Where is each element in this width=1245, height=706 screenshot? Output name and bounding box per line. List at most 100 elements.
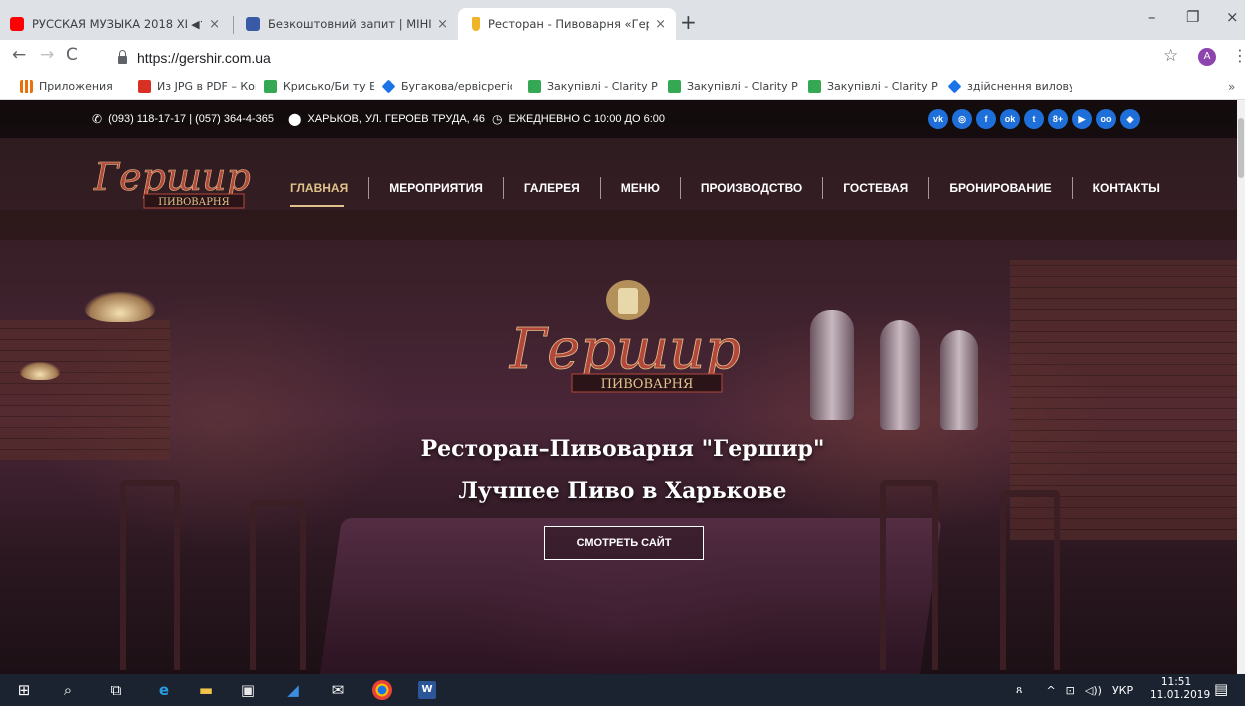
bookmark-label: Закупівлі - Clarity Pr [827,80,938,93]
mail-icon[interactable]: ✉ [328,680,348,700]
bookmark-label: здійснення вилову [967,80,1072,93]
tripadvisor-icon[interactable]: oo [1096,109,1116,129]
brewing-tank [810,310,854,420]
clock-date: 11.01.2019 [1150,689,1211,701]
page-scrollbar[interactable] [1237,100,1245,674]
app-icon[interactable]: ◢ [283,680,303,700]
instagram-icon[interactable]: ◎ [952,109,972,129]
contact-bar: ✆ (093) 118-17-17 | (057) 364-4-365 ⬤ ХА… [0,100,1245,138]
minimize-button[interactable]: – [1148,8,1156,26]
chair [1000,490,1060,670]
address-info: ⬤ ХАРЬКОВ, УЛ. ГЕРОЕВ ТРУДА, 46 [288,112,485,126]
site-logo[interactable]: Гершир ПИВОВАРНЯ [92,150,272,212]
odnoklassniki-icon[interactable]: ok [1000,109,1020,129]
hero-logo-text: Гершир [509,317,741,382]
bookmark-jpg-pdf[interactable]: Из JPG в PDF – Конв [138,80,256,93]
ministry-icon [246,17,260,31]
beer-mug-icon [618,288,638,314]
bookmark-zakupivli-3[interactable]: Закупівлі - Clarity Pr [808,80,938,93]
tab-youtube[interactable]: РУССКАЯ МУЗЫКА 2018 ХИ ◀ॱ × [0,8,230,40]
scrollbar-thumb[interactable] [1238,118,1244,178]
nav-events[interactable]: МЕРОПРИЯТИЯ [368,177,503,199]
sheet-icon [668,80,681,93]
nav-gallery[interactable]: ГАЛЕРЕЯ [502,177,600,199]
chair [250,500,306,670]
windows-start-icon[interactable]: ⊞ [14,680,34,700]
phone-icon: ✆ [92,112,103,126]
pendant-lamp [85,292,155,322]
pendant-lamp [20,362,60,380]
hours-info: ◷ ЕЖЕДНЕВНО С 10:00 ДО 6:00 [492,112,665,126]
bookmark-label: Приложения [39,80,113,93]
chevron-up-icon[interactable]: ^ [1046,684,1055,697]
apps-icon [20,80,33,93]
bookmark-apps[interactable]: Приложения [20,80,128,93]
hero-subtitle: Лучшее Пиво в Харькове [458,478,787,504]
language-indicator[interactable]: УКР [1112,684,1133,697]
notification-icon[interactable]: ▤ [1214,680,1228,698]
edge-icon[interactable]: e [154,680,174,700]
google-plus-icon[interactable]: 8+ [1048,109,1068,129]
menu-icon[interactable]: ⋮ [1232,46,1245,65]
vk-icon[interactable]: vk [928,109,948,129]
sheet-icon [808,80,821,93]
volume-icon[interactable]: ◁)) [1085,684,1102,697]
sheet-icon [528,80,541,93]
chair [880,480,938,670]
sheet-icon [264,80,277,93]
close-tab-icon[interactable]: × [437,17,448,32]
close-window-button[interactable]: × [1226,8,1239,26]
back-icon[interactable]: ← [12,45,26,65]
tab-gershir[interactable]: Ресторан - Пивоварня «Гершир × [458,8,676,40]
beer-icon [472,17,480,31]
nav-contacts[interactable]: КОНТАКТЫ [1071,177,1180,199]
audio-icon[interactable]: ◀ॱ [191,17,203,32]
twitter-icon[interactable]: t [1024,109,1044,129]
network-icon[interactable]: ⊡ [1066,684,1075,697]
nav-production[interactable]: ПРОИЗВОДСТВО [679,177,822,199]
windows-taskbar: ⊞ ⌕ ⧉ e ▬ ▣ ◢ ✉ W ጸ ^ ⊡ ◁)) УКР 11:51 11… [0,674,1245,706]
restore-button[interactable]: ❐ [1186,8,1199,26]
task-view-icon[interactable]: ⧉ [106,680,126,700]
close-tab-icon[interactable]: × [655,17,666,32]
foursquare-icon[interactable]: ◆ [1120,109,1140,129]
address-text: ХАРЬКОВ, УЛ. ГЕРОЕВ ТРУДА, 46 [307,113,486,125]
bookmark-label: Крисько/Би ту Би [283,80,374,93]
search-icon[interactable]: ⌕ [58,680,78,700]
bookmarks-bar: Приложения Из JPG в PDF – Конв Крисько/Б… [0,76,1245,100]
bookmarks-more-icon[interactable]: » [1228,80,1235,94]
facebook-icon[interactable]: f [976,109,996,129]
nav-home[interactable]: ГЛАВНАЯ [290,177,368,207]
bookmark-label: Закупівлі - Clarity Pr [687,80,798,93]
forward-icon[interactable]: → [40,45,54,65]
reload-icon[interactable]: C [66,45,78,65]
phone-info[interactable]: ✆ (093) 118-17-17 | (057) 364-4-365 [92,112,274,126]
store-icon[interactable]: ▣ [238,680,258,700]
bookmark-vylov[interactable]: здійснення вилову [948,80,1072,93]
youtube-icon[interactable]: ▶ [1072,109,1092,129]
lock-icon [118,50,127,64]
chair [120,480,180,670]
chrome-icon[interactable] [372,680,392,700]
tab-ministry[interactable]: Безкоштовний запит | МІНІСТЕР × [236,8,458,40]
nav-guestbook[interactable]: ГОСТЕВАЯ [822,177,928,199]
hero-logo-subtext: ПИВОВАРНЯ [601,377,694,392]
word-icon[interactable]: W [418,681,436,699]
address-bar[interactable]: https://gershir.com.ua [108,43,1148,73]
profile-avatar[interactable]: A [1198,48,1216,66]
nav-menu[interactable]: МЕНЮ [599,177,680,199]
file-explorer-icon[interactable]: ▬ [196,680,216,700]
hours-text: ЕЖЕДНЕВНО С 10:00 ДО 6:00 [508,113,665,125]
nav-booking[interactable]: БРОНИРОВАНИЕ [928,177,1071,199]
view-site-button[interactable]: СМОТРЕТЬ САЙТ [544,526,704,560]
new-tab-button[interactable]: + [680,10,697,34]
bookmark-bugakova[interactable]: Бугакова/ервісрегіо [382,80,512,93]
bookmark-krysko[interactable]: Крисько/Би ту Би [264,80,374,93]
bookmark-zakupivli-1[interactable]: Закупівлі - Clarity Pr [528,80,658,93]
bookmark-star-icon[interactable]: ☆ [1163,46,1178,66]
close-tab-icon[interactable]: × [209,17,220,32]
bookmark-zakupivli-2[interactable]: Закупівлі - Clarity Pr [668,80,798,93]
hero-title: Ресторан–Пивоварня "Гершир" [420,436,825,462]
people-icon[interactable]: ጸ [1016,683,1022,697]
clock[interactable]: 11:51 11.01.2019 [1150,676,1211,702]
